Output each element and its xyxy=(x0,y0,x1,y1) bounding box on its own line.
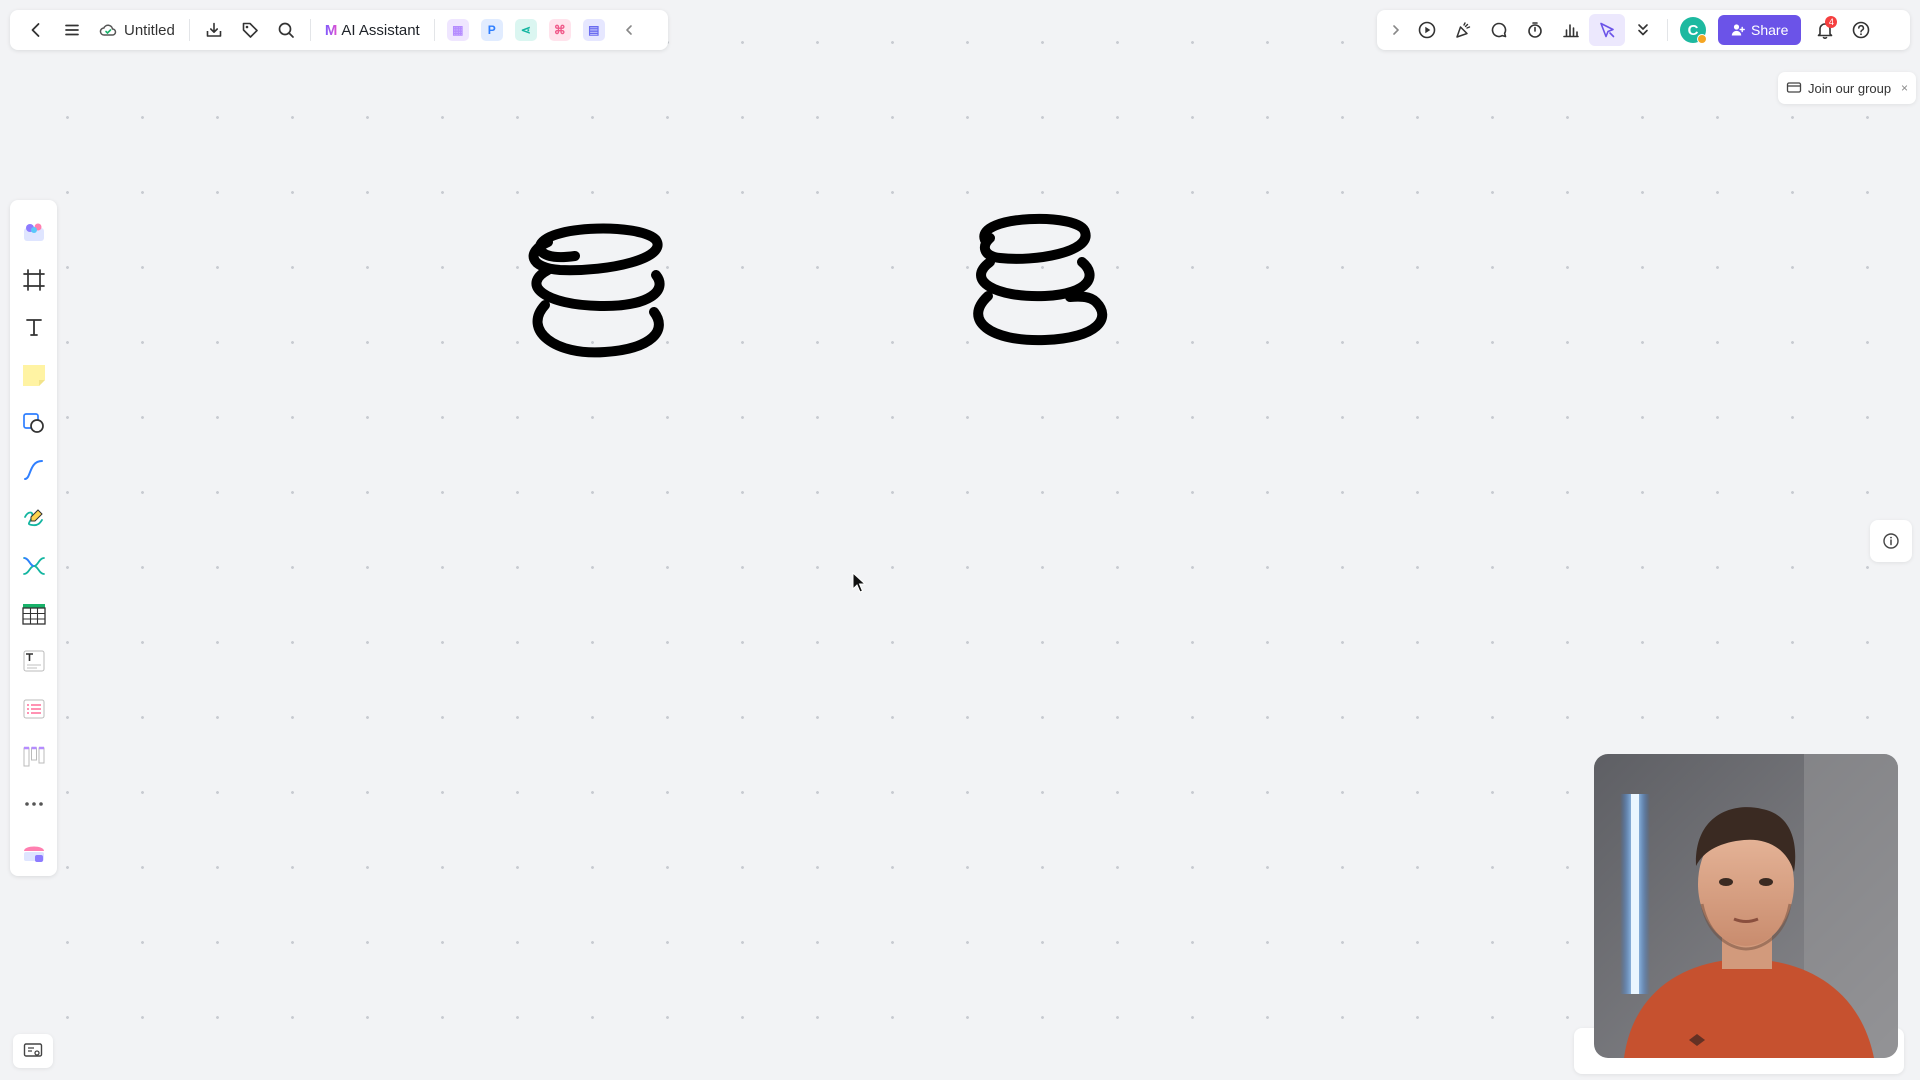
double-chevron-down-icon xyxy=(1638,24,1648,36)
help-circle-icon xyxy=(1853,21,1870,39)
vote-button[interactable] xyxy=(1553,14,1589,46)
apps-tool[interactable] xyxy=(16,834,52,870)
top-right-toolbar: C Share 4 xyxy=(1377,10,1910,50)
image-ext-icon[interactable]: ▦ xyxy=(446,19,469,41)
ai-assistant-button[interactable]: M AI Assistant xyxy=(317,14,428,46)
apps-icon xyxy=(23,846,44,863)
left-toolbar xyxy=(10,200,57,876)
minimap-button[interactable] xyxy=(13,1034,53,1068)
download-icon xyxy=(206,22,222,37)
search-icon xyxy=(278,22,294,38)
celebrate-button[interactable] xyxy=(1445,14,1481,46)
collapse-toolbar-button[interactable] xyxy=(611,14,647,46)
chevron-left-small-icon xyxy=(625,25,632,35)
minimap-icon xyxy=(23,1043,43,1057)
templates-tool[interactable] xyxy=(16,214,52,250)
mindmap-icon xyxy=(22,556,45,575)
download-button[interactable] xyxy=(196,14,232,46)
back-button[interactable] xyxy=(18,14,54,46)
chevron-left-icon xyxy=(31,23,40,37)
text-tool[interactable] xyxy=(16,309,52,345)
pen-tool[interactable] xyxy=(16,500,52,536)
help-button[interactable] xyxy=(1843,14,1879,46)
more-horizontal-icon xyxy=(24,802,43,807)
menu-button[interactable] xyxy=(54,14,90,46)
bar-chart-icon xyxy=(1563,24,1579,38)
share-label: Share xyxy=(1751,22,1789,38)
connector-tool[interactable] xyxy=(16,453,52,489)
toolbar-divider xyxy=(309,19,311,41)
tag-icon xyxy=(242,22,258,38)
notification-badge: 4 xyxy=(1825,16,1838,28)
table-tool[interactable] xyxy=(16,596,52,632)
toolbar-divider xyxy=(1667,19,1668,41)
kanban-icon xyxy=(23,746,44,767)
search-button[interactable] xyxy=(268,14,304,46)
list-tool[interactable] xyxy=(16,691,52,727)
toolbar-divider xyxy=(188,19,190,41)
more-tools[interactable] xyxy=(16,787,52,823)
ink-stroke-right[interactable] xyxy=(973,213,1108,346)
kanban-tool[interactable] xyxy=(16,739,52,775)
extension-row: ▦ P ⋖ ⌘ ▤ xyxy=(441,19,611,41)
mindmap-ext-icon[interactable]: ⋖ xyxy=(514,19,537,41)
ink-stroke-left[interactable] xyxy=(528,223,665,358)
timer-icon xyxy=(1528,22,1542,38)
avatar-letter: C xyxy=(1687,21,1699,39)
flow-ext-icon[interactable]: ⌘ xyxy=(548,19,571,41)
join-group-label: Join our group xyxy=(1808,80,1892,96)
party-popper-icon xyxy=(1456,22,1471,38)
frame-icon xyxy=(22,268,45,291)
connector-curve-icon xyxy=(23,460,43,481)
document-title[interactable]: Untitled xyxy=(90,14,183,46)
sticky-note-icon xyxy=(22,365,45,387)
p-ext-icon[interactable]: P xyxy=(480,19,503,41)
frame-tool[interactable] xyxy=(16,262,52,298)
share-button[interactable]: Share xyxy=(1718,15,1802,45)
comment-icon xyxy=(1491,22,1507,38)
toolbar-divider xyxy=(433,19,435,41)
pen-scribble-icon xyxy=(23,509,43,527)
user-avatar[interactable]: C xyxy=(1680,17,1707,44)
list-card-icon xyxy=(23,699,44,719)
text-block-tool[interactable] xyxy=(16,643,52,679)
ai-assistant-label: AI Assistant xyxy=(341,21,420,39)
notifications-button[interactable]: 4 xyxy=(1807,14,1843,46)
cursor-follow-icon xyxy=(1600,22,1615,38)
close-icon[interactable]: × xyxy=(1901,81,1908,95)
text-block-icon xyxy=(23,650,44,672)
play-circle-icon xyxy=(1418,21,1436,39)
info-button[interactable] xyxy=(1870,520,1912,562)
group-chat-icon xyxy=(1786,82,1802,93)
webcam-video-overlay xyxy=(1594,754,1898,1058)
join-group-banner[interactable]: Join our group × xyxy=(1778,72,1916,104)
more-tools-button[interactable] xyxy=(1625,14,1661,46)
mouse-cursor-icon xyxy=(852,572,867,593)
cloud-synced-icon xyxy=(99,24,117,36)
timer-button[interactable] xyxy=(1517,14,1553,46)
chevron-right-icon xyxy=(1393,25,1399,35)
info-icon xyxy=(1883,533,1899,549)
present-button[interactable] xyxy=(1409,14,1445,46)
slide-ext-icon[interactable]: ▤ xyxy=(582,19,605,41)
follow-cursor-button[interactable] xyxy=(1589,14,1625,46)
mindmap-tool[interactable] xyxy=(16,548,52,584)
shape-icon xyxy=(22,412,44,433)
ai-logo-icon: M xyxy=(324,21,338,39)
expand-toolbar-button[interactable] xyxy=(1383,14,1409,46)
user-plus-icon xyxy=(1731,24,1745,36)
hamburger-icon xyxy=(65,24,79,36)
table-icon xyxy=(21,603,46,625)
shape-tool[interactable] xyxy=(16,405,52,441)
tag-button[interactable] xyxy=(232,14,268,46)
document-title-text: Untitled xyxy=(124,21,175,39)
sticky-note-tool[interactable] xyxy=(16,357,52,393)
top-left-toolbar: Untitled M AI Assistant ▦ P ⋖ ⌘ ▤ xyxy=(10,10,668,50)
comment-button[interactable] xyxy=(1481,14,1517,46)
text-icon xyxy=(25,319,42,337)
templates-icon xyxy=(23,223,44,241)
